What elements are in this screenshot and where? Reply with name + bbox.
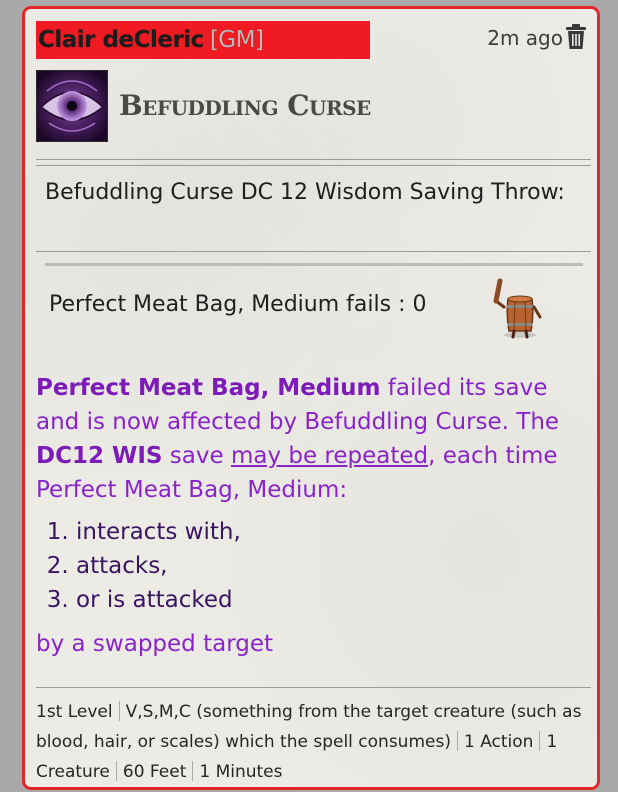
barrel-creature-token[interactable] [490, 277, 550, 339]
speaker-label: Clair deCleric [38, 27, 204, 53]
result-divider [45, 263, 583, 266]
spell-header: Befuddling Curse [36, 69, 591, 151]
spell-footer: 1st Level V,S,M,C (something from the tar… [36, 697, 592, 787]
spell-level: 1st Level [36, 702, 113, 722]
message-timestamp: 2m ago [487, 26, 563, 50]
effect-description: Perfect Meat Bag, Medium failed its save… [36, 371, 596, 661]
effect-tail: by a swapped target [36, 631, 274, 657]
eye-curse-icon [36, 70, 108, 142]
casting-time: 1 Action [463, 732, 534, 752]
divider [36, 159, 591, 160]
save-result-text: Perfect Meat Bag, Medium fails : 0 [49, 292, 427, 317]
separator [192, 761, 194, 781]
trash-icon[interactable] [565, 24, 587, 50]
spell-range: 60 Feet [122, 762, 187, 782]
divider [36, 251, 591, 252]
chat-frame: Clair deCleric [GM] 2m ago Befuddling Cu… [0, 0, 618, 792]
effect-text: save [162, 443, 231, 469]
spell-duration: 1 Minutes [199, 762, 283, 782]
divider [36, 687, 591, 688]
effect-paragraph: Perfect Meat Bag, Medium failed its save… [36, 371, 596, 507]
separator [539, 731, 541, 751]
separator [115, 761, 117, 781]
effect-target: Perfect Meat Bag, Medium [36, 375, 381, 401]
speaker-bar: Clair deCleric [GM] [36, 21, 370, 59]
separator [456, 731, 458, 751]
separator [118, 701, 120, 721]
saving-throw-line: Befuddling Curse DC 12 Wisdom Saving Thr… [45, 180, 565, 205]
list-item: interacts with, [76, 515, 596, 549]
list-item: or is attacked [76, 583, 596, 617]
gm-tag: [GM] [209, 27, 264, 53]
list-item: attacks, [76, 549, 596, 583]
divider [36, 165, 591, 166]
repeat-save-link[interactable]: may be repeated [231, 443, 428, 469]
speaker-name[interactable]: Clair deCleric [GM] [38, 27, 264, 53]
trigger-list: interacts with, attacks, or is attacked [36, 515, 596, 617]
save-result-row: Perfect Meat Bag, Medium fails : 0 [49, 277, 579, 341]
chat-message-card: Clair deCleric [GM] 2m ago Befuddling Cu… [22, 6, 600, 790]
effect-dc: DC12 WIS [36, 443, 163, 469]
spell-title[interactable]: Befuddling Curse [119, 89, 371, 122]
